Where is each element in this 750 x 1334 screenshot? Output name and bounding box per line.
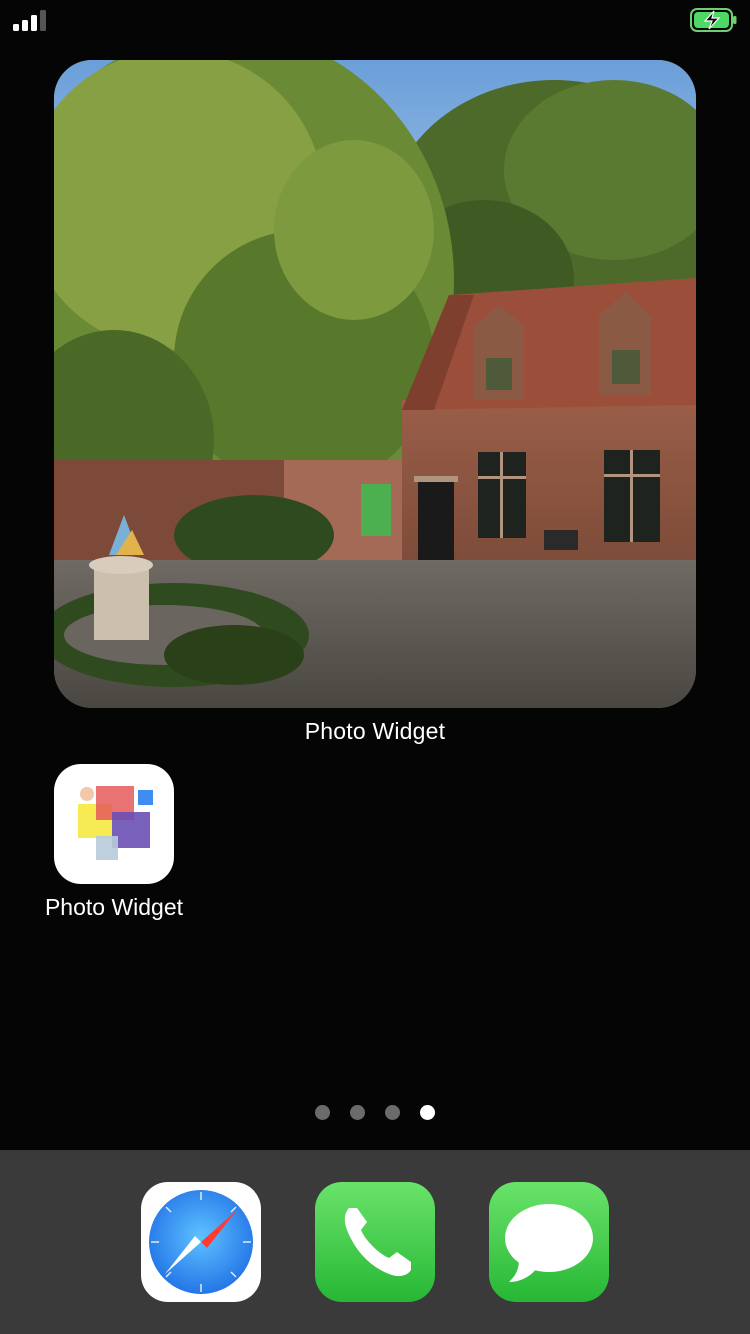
phone-app-icon[interactable] xyxy=(315,1182,435,1302)
phone-handset-icon xyxy=(344,1208,411,1277)
page-dot[interactable] xyxy=(350,1105,365,1120)
photo-widget-app-icon[interactable] xyxy=(54,764,174,884)
page-indicator[interactable] xyxy=(310,1105,440,1123)
battery-charging-icon xyxy=(690,8,737,32)
cellular-signal-icon xyxy=(13,10,46,31)
page-dot[interactable] xyxy=(385,1105,400,1120)
messages-app-icon[interactable] xyxy=(489,1182,609,1302)
page-dot-active[interactable] xyxy=(420,1105,435,1120)
speech-bubble-icon xyxy=(505,1204,593,1282)
dock xyxy=(0,1150,750,1334)
photo-widget-logo-icon xyxy=(78,786,153,860)
app-label: Photo Widget xyxy=(44,894,184,920)
widget-label: Photo Widget xyxy=(304,718,446,744)
compass-icon xyxy=(149,1190,253,1294)
brick-house-courtyard-photo xyxy=(54,60,696,708)
safari-app-icon[interactable] xyxy=(141,1182,261,1302)
status-bar xyxy=(0,0,750,40)
page-dot[interactable] xyxy=(315,1105,330,1120)
photo-widget[interactable] xyxy=(54,60,696,708)
